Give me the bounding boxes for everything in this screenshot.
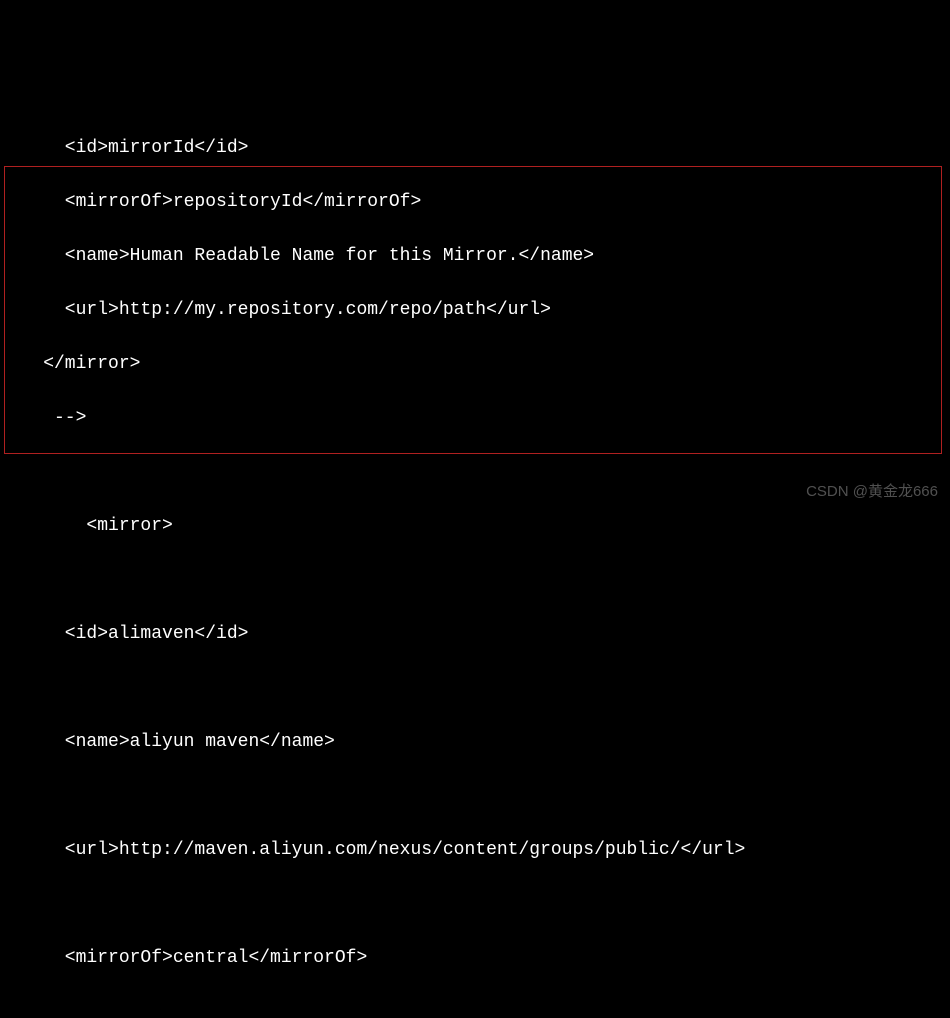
- code-line: <mirror>: [0, 513, 950, 540]
- code-line: <id>mirrorId</id>: [0, 135, 950, 162]
- code-line: <name>aliyun maven</name>: [0, 729, 950, 756]
- code-line: [0, 783, 950, 810]
- code-line: [0, 675, 950, 702]
- highlight-annotation-box: [4, 166, 942, 454]
- code-line: [0, 567, 950, 594]
- code-line: <mirrorOf>central</mirrorOf>: [0, 945, 950, 972]
- code-line: [0, 891, 950, 918]
- code-line: <id>alimaven</id>: [0, 621, 950, 648]
- code-line: <url>http://maven.aliyun.com/nexus/conte…: [0, 837, 950, 864]
- csdn-watermark: CSDN @黄金龙666: [806, 481, 938, 504]
- code-line: [0, 999, 950, 1018]
